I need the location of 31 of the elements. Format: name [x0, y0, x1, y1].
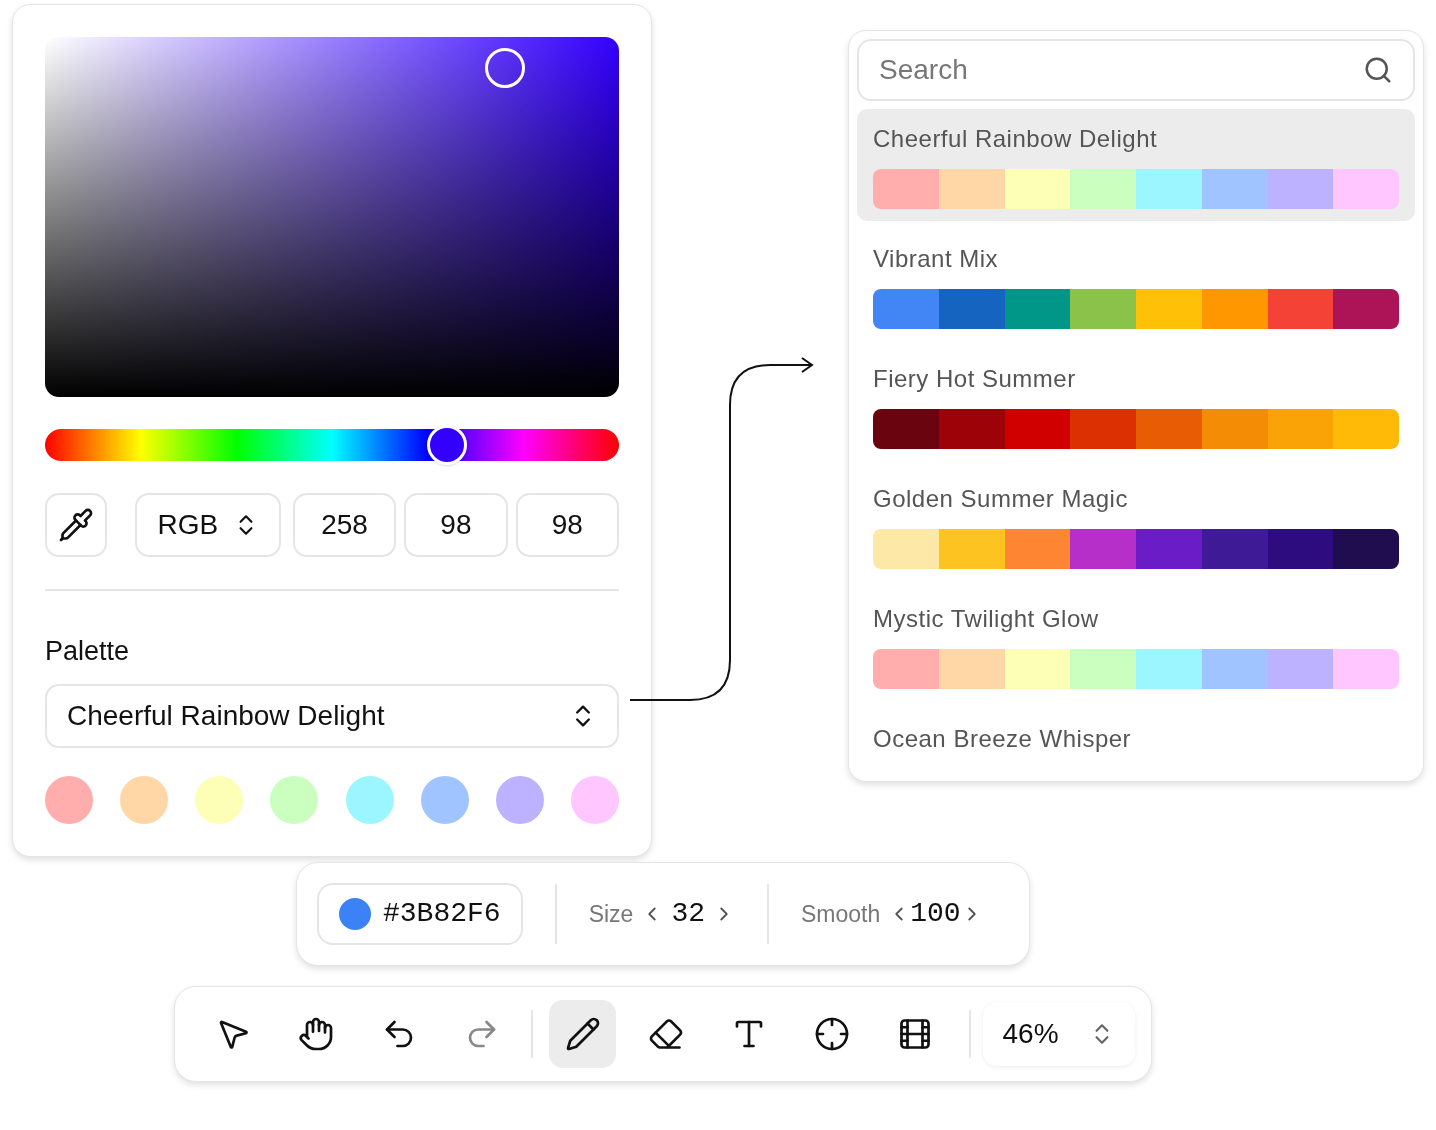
size-label: Size — [588, 899, 634, 929]
palette-name: Fiery Hot Summer — [873, 364, 1077, 394]
search-placeholder: Search — [879, 53, 968, 87]
size-value: 32 — [671, 897, 705, 931]
search-field[interactable]: Search — [857, 39, 1415, 101]
palette-name: Mystic Twilight Glow — [873, 604, 1100, 634]
color-swatch[interactable] — [571, 775, 619, 824]
color-swatch[interactable] — [45, 775, 93, 824]
smooth-label: Smooth — [801, 899, 881, 929]
channel-input[interactable]: 98 — [515, 493, 619, 557]
channel-input[interactable]: 258 — [292, 493, 397, 557]
palette-name: Ocean Breeze Whisper — [873, 724, 1133, 754]
channel-input[interactable]: 98 — [404, 493, 508, 557]
smooth-value: 100 — [910, 897, 961, 931]
search-icon — [1363, 55, 1393, 85]
palette-name: Golden Summer Magic — [873, 484, 1129, 514]
picker-handle[interactable] — [485, 48, 525, 88]
hue-thumb[interactable] — [426, 425, 467, 465]
tool-button[interactable] — [549, 1000, 617, 1068]
zoom-select[interactable]: 46% — [982, 1002, 1135, 1066]
color-chip[interactable]: #3B82F6 — [317, 883, 523, 945]
palette-name: Cheerful Rainbow Delight — [873, 124, 1159, 154]
palette-name: Vibrant Mix — [873, 244, 1000, 274]
color-mode-select[interactable]: RGB — [135, 493, 281, 557]
eyedropper-button[interactable] — [45, 493, 108, 557]
palette-label: Palette — [45, 635, 131, 668]
eyedropper-icon — [58, 507, 95, 543]
palette-select[interactable]: Cheerful Rainbow Delight — [45, 683, 619, 748]
palette-option[interactable]: Cheerful Rainbow Delight — [857, 109, 1415, 221]
color-hex: #3B82F6 — [383, 897, 501, 931]
saturation-field[interactable] — [45, 37, 619, 397]
